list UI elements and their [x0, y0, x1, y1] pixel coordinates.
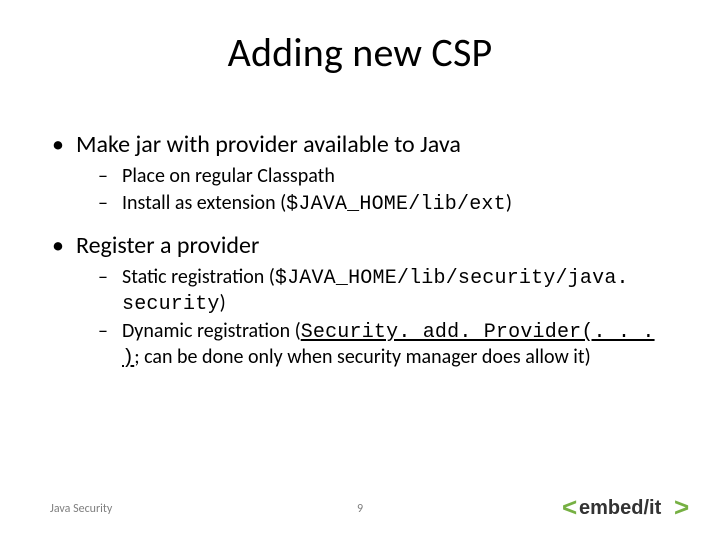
bullet-l2: Place on regular Classpath: [76, 164, 680, 189]
bullet-l1-text: Make jar with provider available to Java: [76, 130, 461, 159]
bullet-l2: Static registration ($JAVA_HOME/lib/secu…: [76, 265, 680, 317]
bullet-l1: Register a provider Static registration (…: [50, 231, 680, 371]
bullet-l2-text: $JAVA_HOME/lib/ext: [286, 193, 506, 216]
bullet-l2: Install as extension ($JAVA_HOME/lib/ext…: [76, 191, 680, 217]
slide-title: Adding new CSP: [0, 28, 720, 77]
embedit-logo: < embed/it >: [562, 492, 692, 524]
bullet-l2-text: Install as extension (: [122, 191, 286, 215]
bullet-l1: Make jar with provider available to Java…: [50, 130, 680, 217]
logo-bracket-close-icon: >: [674, 492, 689, 522]
bullet-list-l2: Place on regular Classpath Install as ext…: [76, 164, 680, 217]
slide: Adding new CSP Make jar with provider av…: [0, 0, 720, 540]
bullet-l1-text: Register a provider: [76, 231, 259, 260]
logo-bracket-open-icon: <: [562, 492, 577, 522]
bullet-l2-text: Static registration (: [122, 265, 275, 289]
bullet-list-l2: Static registration ($JAVA_HOME/lib/secu…: [76, 265, 680, 371]
bullet-l2-text: Place on regular Classpath: [122, 164, 335, 188]
bullet-l2-text: Dynamic registration (: [122, 319, 301, 343]
bullet-list-l1: Make jar with provider available to Java…: [50, 130, 680, 371]
bullet-l2-text: ): [506, 191, 512, 215]
slide-content: Make jar with provider available to Java…: [50, 130, 680, 385]
bullet-l2: Dynamic registration (Security. add. Pro…: [76, 319, 680, 371]
bullet-l2-text: ; can be done only when security manager…: [134, 345, 590, 369]
logo-text: embed/it: [579, 497, 662, 519]
bullet-l2-text: ): [220, 291, 226, 315]
